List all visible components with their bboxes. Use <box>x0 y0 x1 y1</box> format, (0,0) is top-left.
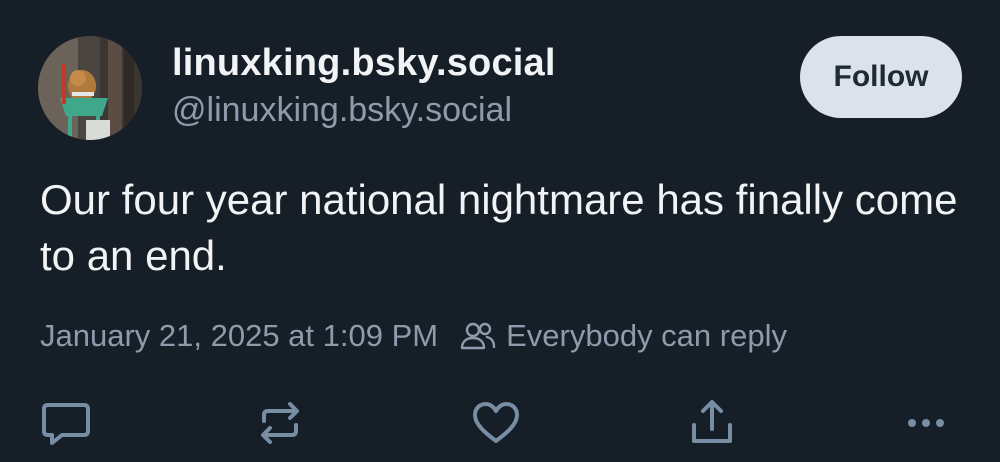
follow-button[interactable]: Follow <box>800 36 962 118</box>
share-icon <box>692 400 732 443</box>
post-text: Our four year national nightmare has fin… <box>40 176 958 279</box>
more-options-button[interactable] <box>898 395 954 451</box>
heart-icon <box>473 402 519 443</box>
post-card: linuxking.bsky.social @linuxking.bsky.so… <box>0 0 1000 462</box>
author-info: linuxking.bsky.social @linuxking.bsky.so… <box>172 38 556 132</box>
post-timestamp[interactable]: January 21, 2025 at 1:09 PM <box>40 318 438 354</box>
people-icon <box>460 322 496 350</box>
reply-setting-label: Everybody can reply <box>506 318 787 353</box>
reply-setting[interactable]: Everybody can reply <box>460 318 787 354</box>
reply-button[interactable] <box>38 395 94 451</box>
share-button[interactable] <box>684 395 740 451</box>
post-meta: January 21, 2025 at 1:09 PM Everybody ca… <box>40 318 787 354</box>
like-button[interactable] <box>468 395 524 451</box>
comment-icon <box>42 403 90 445</box>
repost-icon <box>261 402 299 444</box>
author-handle[interactable]: @linuxking.bsky.social <box>172 88 556 132</box>
author-display-name[interactable]: linuxking.bsky.social <box>172 38 556 88</box>
repost-button[interactable] <box>252 395 308 451</box>
avatar[interactable] <box>38 36 142 140</box>
avatar-photo-icon <box>38 36 142 140</box>
post-actions <box>0 395 1000 451</box>
more-options-icon <box>908 419 944 427</box>
